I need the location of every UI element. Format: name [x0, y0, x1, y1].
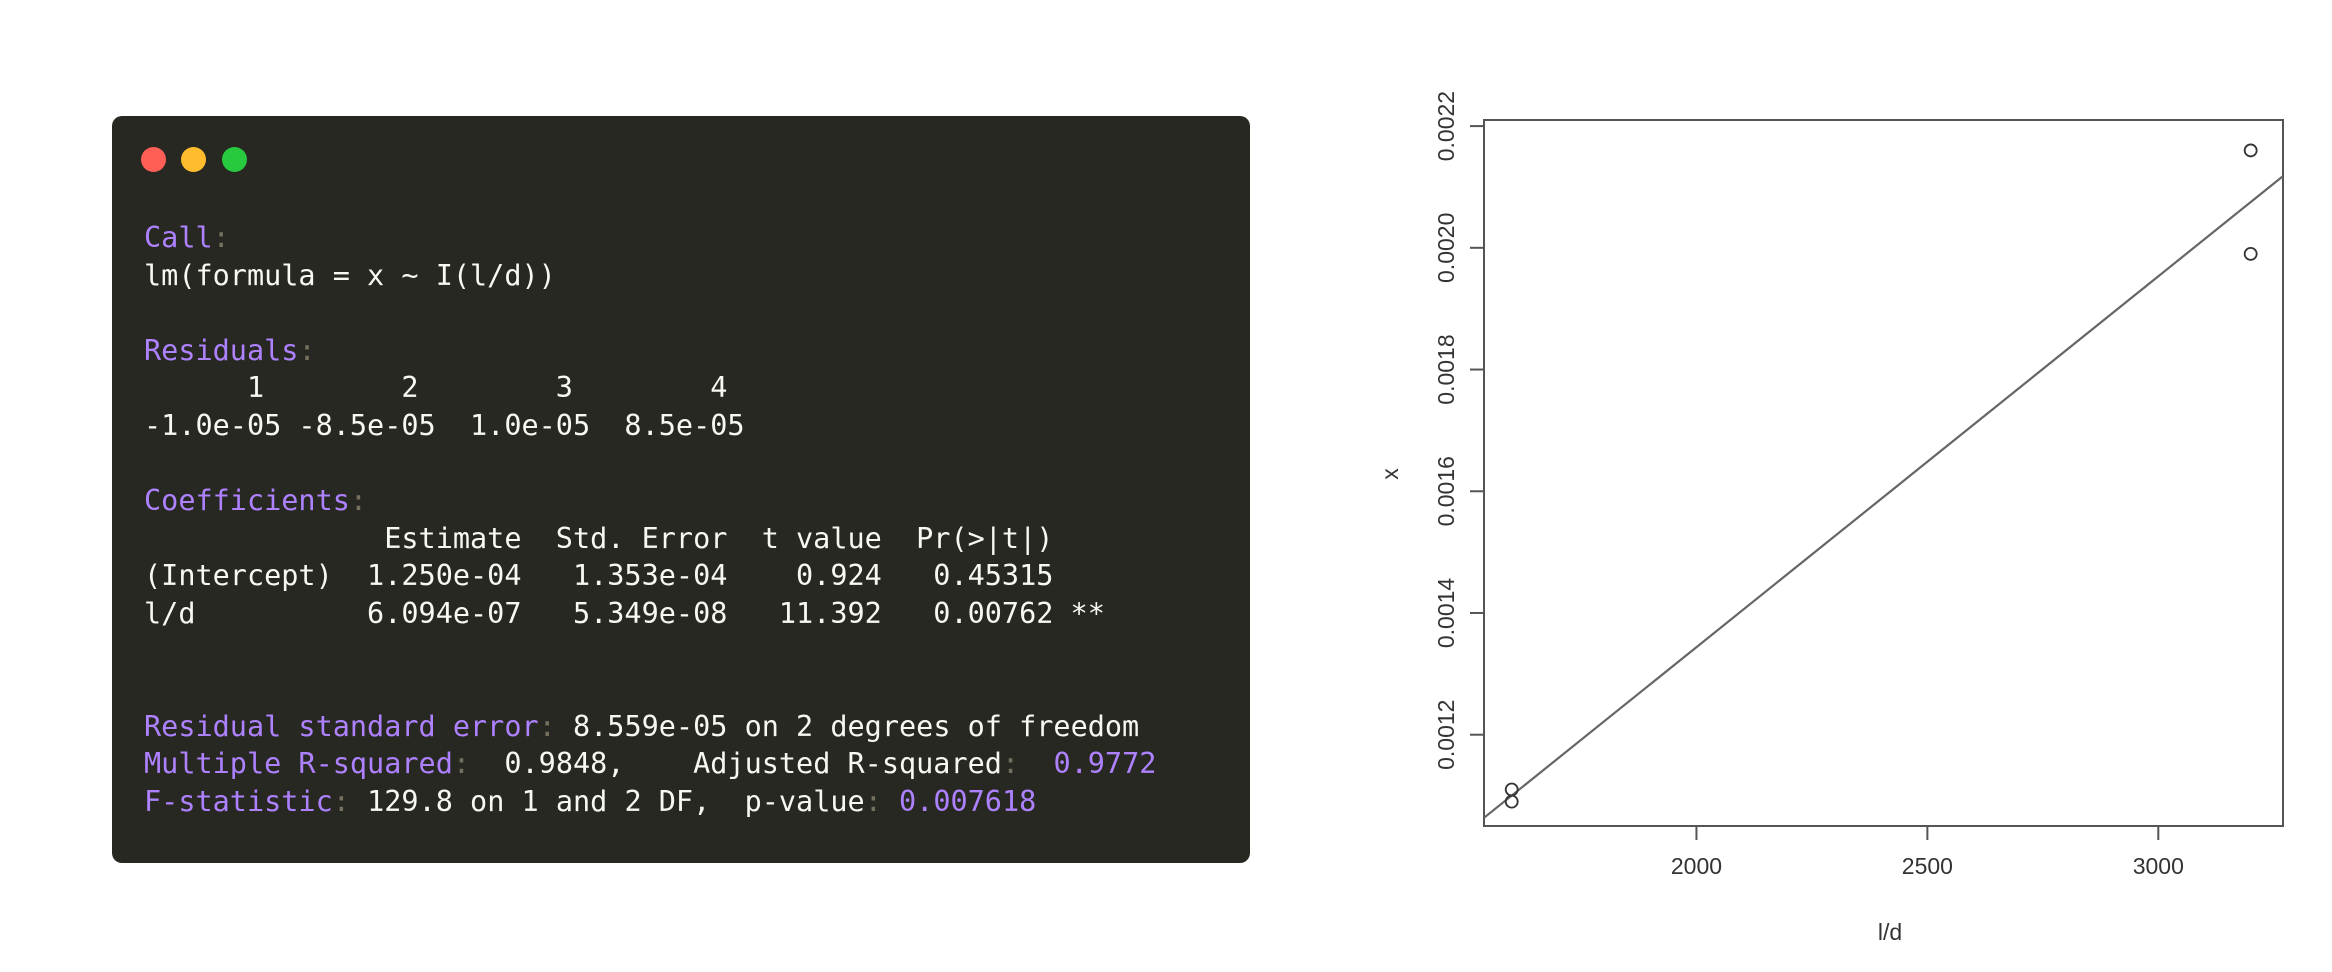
colon: : — [212, 221, 230, 254]
y-axis-label: x — [1377, 468, 1403, 480]
y-tick-label: 0.0020 — [1433, 213, 1459, 283]
data-point — [2243, 143, 2258, 158]
colon: : — [1001, 747, 1020, 781]
coefficients-column-headers: Estimate Std. Error t value Pr(>|t|) — [144, 521, 1054, 555]
y-tick-label: 0.0022 — [1433, 91, 1459, 161]
x-axis: 2000 2500 3000 — [1671, 826, 2184, 879]
y-tick-label: 0.0012 — [1433, 700, 1459, 770]
f-statistic-label: F-statistic — [144, 784, 333, 818]
f-statistic-value: 129.8 on 1 and 2 DF, — [349, 784, 745, 818]
x-tick-label: 2000 — [1671, 853, 1722, 879]
adj-r2-label: Adjusted R-squared — [693, 747, 1002, 781]
colon: : — [349, 484, 368, 518]
colon: : — [452, 747, 471, 781]
y-tick-label: 0.0018 — [1433, 334, 1459, 404]
colon: : — [298, 333, 316, 367]
call-text: lm(formula = x ~ I(l/d)) — [144, 258, 556, 292]
colon: : — [864, 784, 882, 818]
coefficient-row-ld: l/d 6.094e-07 5.349e-08 11.392 0.00762 *… — [144, 596, 1105, 630]
data-points — [1504, 143, 2258, 809]
minimize-window-button[interactable] — [181, 147, 206, 172]
r2-value: 0.9848, — [470, 747, 694, 781]
p-value-value: 0.007618 — [881, 784, 1037, 818]
close-window-button[interactable] — [141, 147, 166, 172]
zoom-window-button[interactable] — [222, 147, 247, 172]
colon: : — [332, 784, 350, 818]
data-point — [1504, 794, 1519, 809]
rse-label: Residual standard error — [144, 709, 539, 743]
x-tick-label: 2500 — [1902, 853, 1953, 879]
rse-value: 8.559e-05 on 2 degrees of freedom — [555, 709, 1140, 743]
adj-r2-value: 0.9772 — [1019, 747, 1157, 781]
coefficient-row-intercept: (Intercept) 1.250e-04 1.353e-04 0.924 0.… — [144, 559, 1054, 593]
residuals-header: Residuals — [144, 333, 299, 367]
data-point — [2243, 246, 2258, 261]
y-axis: 0.0012 0.0014 0.0016 0.0018 0.0020 0.0022 — [1433, 91, 1484, 770]
data-point — [1504, 782, 1519, 797]
colon: : — [538, 709, 556, 743]
coefficients-header: Coefficients — [144, 484, 350, 518]
regression-line — [1483, 175, 2284, 819]
call-header: Call — [144, 221, 213, 254]
p-value-label: p-value — [744, 784, 865, 818]
y-tick-label: 0.0016 — [1433, 456, 1459, 526]
residuals-values-line: -1.0e-05 -8.5e-05 1.0e-05 8.5e-05 — [144, 408, 745, 442]
r-console-output: Call: lm(formula = x ~ I(l/d)) Residuals:… — [144, 219, 1156, 821]
plot-frame — [1483, 119, 2284, 827]
r2-label: Multiple R-squared — [144, 747, 453, 781]
scatter-plot: 2000 2500 3000 0.00120.00140.00160.00180.0… — [1377, 91, 2284, 945]
x-axis-label: l/d — [1878, 919, 1902, 945]
x-tick-label: 3000 — [2133, 853, 2184, 879]
y-tick-label: 0.0014 — [1433, 578, 1459, 649]
residuals-index-line: 1 2 3 4 — [144, 371, 728, 405]
